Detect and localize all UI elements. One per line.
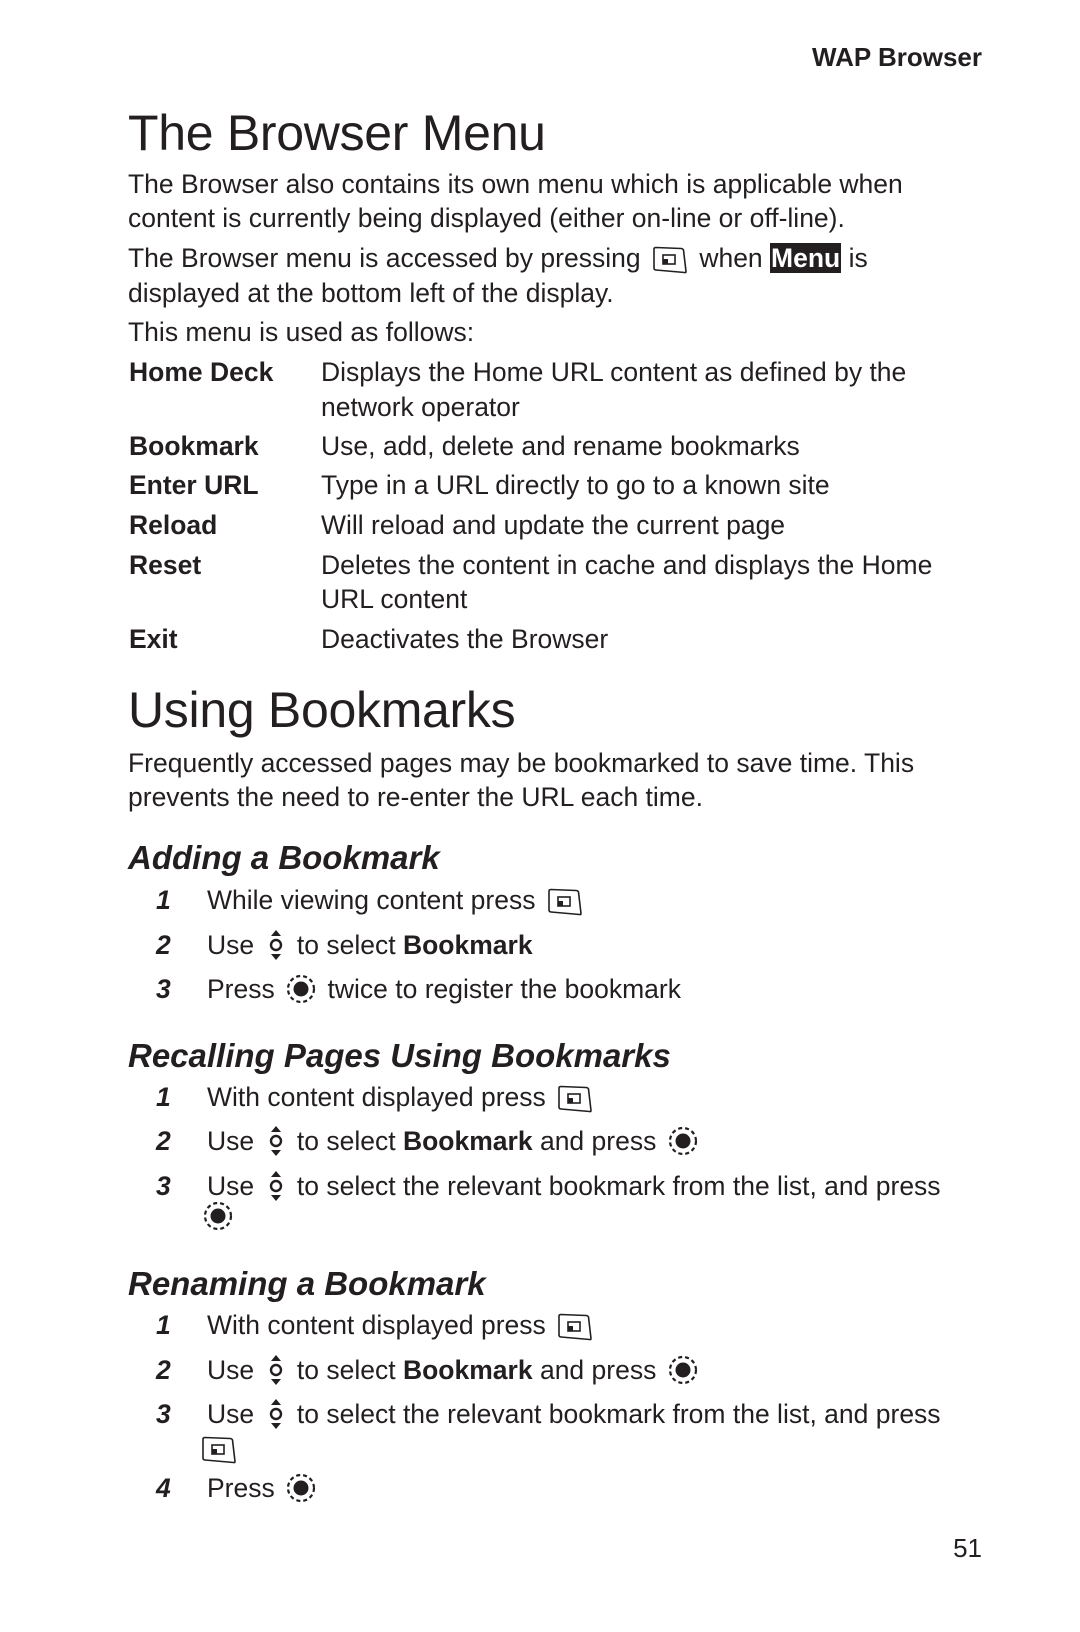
left-softkey-icon	[547, 888, 583, 916]
step-text-part: Use	[207, 1171, 255, 1201]
step-number: 4	[156, 1473, 171, 1503]
step-text: Use to select Bookmark and press	[207, 1124, 702, 1159]
usage-intro: This menu is used as follows:	[128, 317, 475, 347]
step-icon-line	[201, 1436, 237, 1464]
select-center-key-icon	[286, 1473, 316, 1503]
menu-desc: Will reload and update the current page	[321, 510, 786, 540]
step-text: Press	[207, 1471, 320, 1505]
menu-desc: Use, add, delete and rename bookmarks	[321, 431, 800, 461]
menu-term-reload: Reload	[129, 510, 218, 540]
step-text: Use to select the relevant bookmark from…	[207, 1397, 941, 1432]
step-text-part: to select the relevant bookmark from the…	[296, 1171, 941, 1201]
left-softkey-icon	[557, 1085, 593, 1113]
menu-desc: network operator	[321, 392, 520, 422]
access-instruction-line2: displayed at the bottom left of the disp…	[128, 278, 614, 308]
left-softkey-icon	[557, 1313, 593, 1341]
menu-term-reset: Reset	[129, 550, 202, 580]
access-text: when	[699, 243, 763, 273]
subsection-title-adding: Adding a Bookmark	[128, 839, 440, 876]
up-down-navigation-key-icon	[266, 1354, 286, 1386]
step-text-part: to select	[296, 930, 396, 960]
step-text-part: Use	[207, 1355, 255, 1385]
access-text: is	[848, 243, 868, 273]
step-text: With content displayed press	[207, 1308, 597, 1342]
access-instruction: The Browser menu is accessed by pressing…	[128, 241, 868, 275]
bookmarks-intro: Frequently accessed pages may be bookmar…	[128, 748, 915, 778]
section-title-browser-menu: The Browser Menu	[128, 105, 546, 161]
step-text-part: Use	[207, 1399, 255, 1429]
menu-option-name: Bookmark	[402, 1355, 533, 1385]
step-number: 3	[156, 1399, 171, 1429]
up-down-navigation-key-icon	[266, 929, 286, 961]
step-text-part: to select the relevant bookmark from the…	[296, 1399, 941, 1429]
running-header: WAP Browser	[811, 42, 982, 72]
step-text: Use to select the relevant bookmark from…	[207, 1169, 941, 1204]
step-text-part: Use	[207, 1126, 255, 1156]
select-center-key-icon	[668, 1355, 698, 1385]
step-text-part: Press	[207, 1473, 275, 1503]
step-text: Use to select Bookmark and press	[207, 1353, 702, 1388]
section-title-using-bookmarks: Using Bookmarks	[128, 682, 516, 738]
select-center-key-icon	[668, 1126, 698, 1156]
left-softkey-icon	[201, 1436, 237, 1464]
subsection-title-recalling: Recalling Pages Using Bookmarks	[128, 1037, 671, 1074]
menu-desc: Displays the Home URL content as defined…	[321, 357, 907, 387]
page-number: 51	[953, 1533, 982, 1563]
step-number: 2	[156, 930, 171, 960]
step-number: 3	[156, 1171, 171, 1201]
menu-option-name: Bookmark	[402, 1126, 533, 1156]
step-number: 1	[156, 1082, 171, 1112]
step-text: Use to select Bookmark	[207, 928, 533, 963]
up-down-navigation-key-icon	[266, 1170, 286, 1202]
menu-desc: URL content	[321, 584, 468, 614]
bookmarks-intro: prevents the need to re-enter the URL ea…	[128, 782, 703, 812]
step-text-part: and press	[539, 1126, 657, 1156]
intro-line: The Browser also contains its own menu w…	[128, 169, 903, 199]
step-text-part: to select	[296, 1355, 396, 1385]
subsection-title-renaming: Renaming a Bookmark	[128, 1265, 486, 1302]
step-text: Press twice to register the bookmark	[207, 972, 681, 1006]
step-text-part: With content displayed press	[207, 1310, 546, 1340]
select-center-key-icon	[286, 974, 316, 1004]
up-down-navigation-key-icon	[266, 1125, 286, 1157]
step-text-part: and press	[539, 1355, 657, 1385]
menu-term-enter-url: Enter URL	[129, 470, 259, 500]
step-icon-line	[203, 1203, 233, 1233]
step-text: With content displayed press	[207, 1080, 597, 1114]
step-number: 2	[156, 1355, 171, 1385]
step-text-part: Use	[207, 930, 255, 960]
step-text-part: Press	[207, 974, 275, 1004]
step-text: While viewing content press	[207, 883, 587, 917]
step-number: 3	[156, 974, 171, 1004]
intro-line: content is currently being displayed (ei…	[128, 203, 845, 233]
step-text-part: twice to register the bookmark	[327, 974, 681, 1004]
menu-option-name: Bookmark	[402, 930, 533, 960]
step-number: 1	[156, 1310, 171, 1340]
menu-desc: Type in a URL directly to go to a known …	[321, 470, 830, 500]
step-text-part: With content displayed press	[207, 1082, 546, 1112]
up-down-navigation-key-icon	[266, 1398, 286, 1430]
menu-term-exit: Exit	[129, 624, 178, 654]
select-center-key-icon	[203, 1201, 233, 1231]
menu-term-bookmark: Bookmark	[129, 431, 259, 461]
step-text-part: to select	[296, 1126, 396, 1156]
step-text-part: While viewing content press	[207, 885, 536, 915]
step-number: 2	[156, 1126, 171, 1156]
menu-term-home-deck: Home Deck	[129, 357, 274, 387]
step-number: 1	[156, 885, 171, 915]
menu-desc: Deletes the content in cache and display…	[321, 550, 933, 580]
access-text: The Browser menu is accessed by pressing	[128, 243, 641, 273]
left-softkey-icon	[652, 246, 688, 274]
menu-desc: Deactivates the Browser	[321, 624, 609, 654]
menu-softkey-label: Menu	[770, 243, 842, 273]
